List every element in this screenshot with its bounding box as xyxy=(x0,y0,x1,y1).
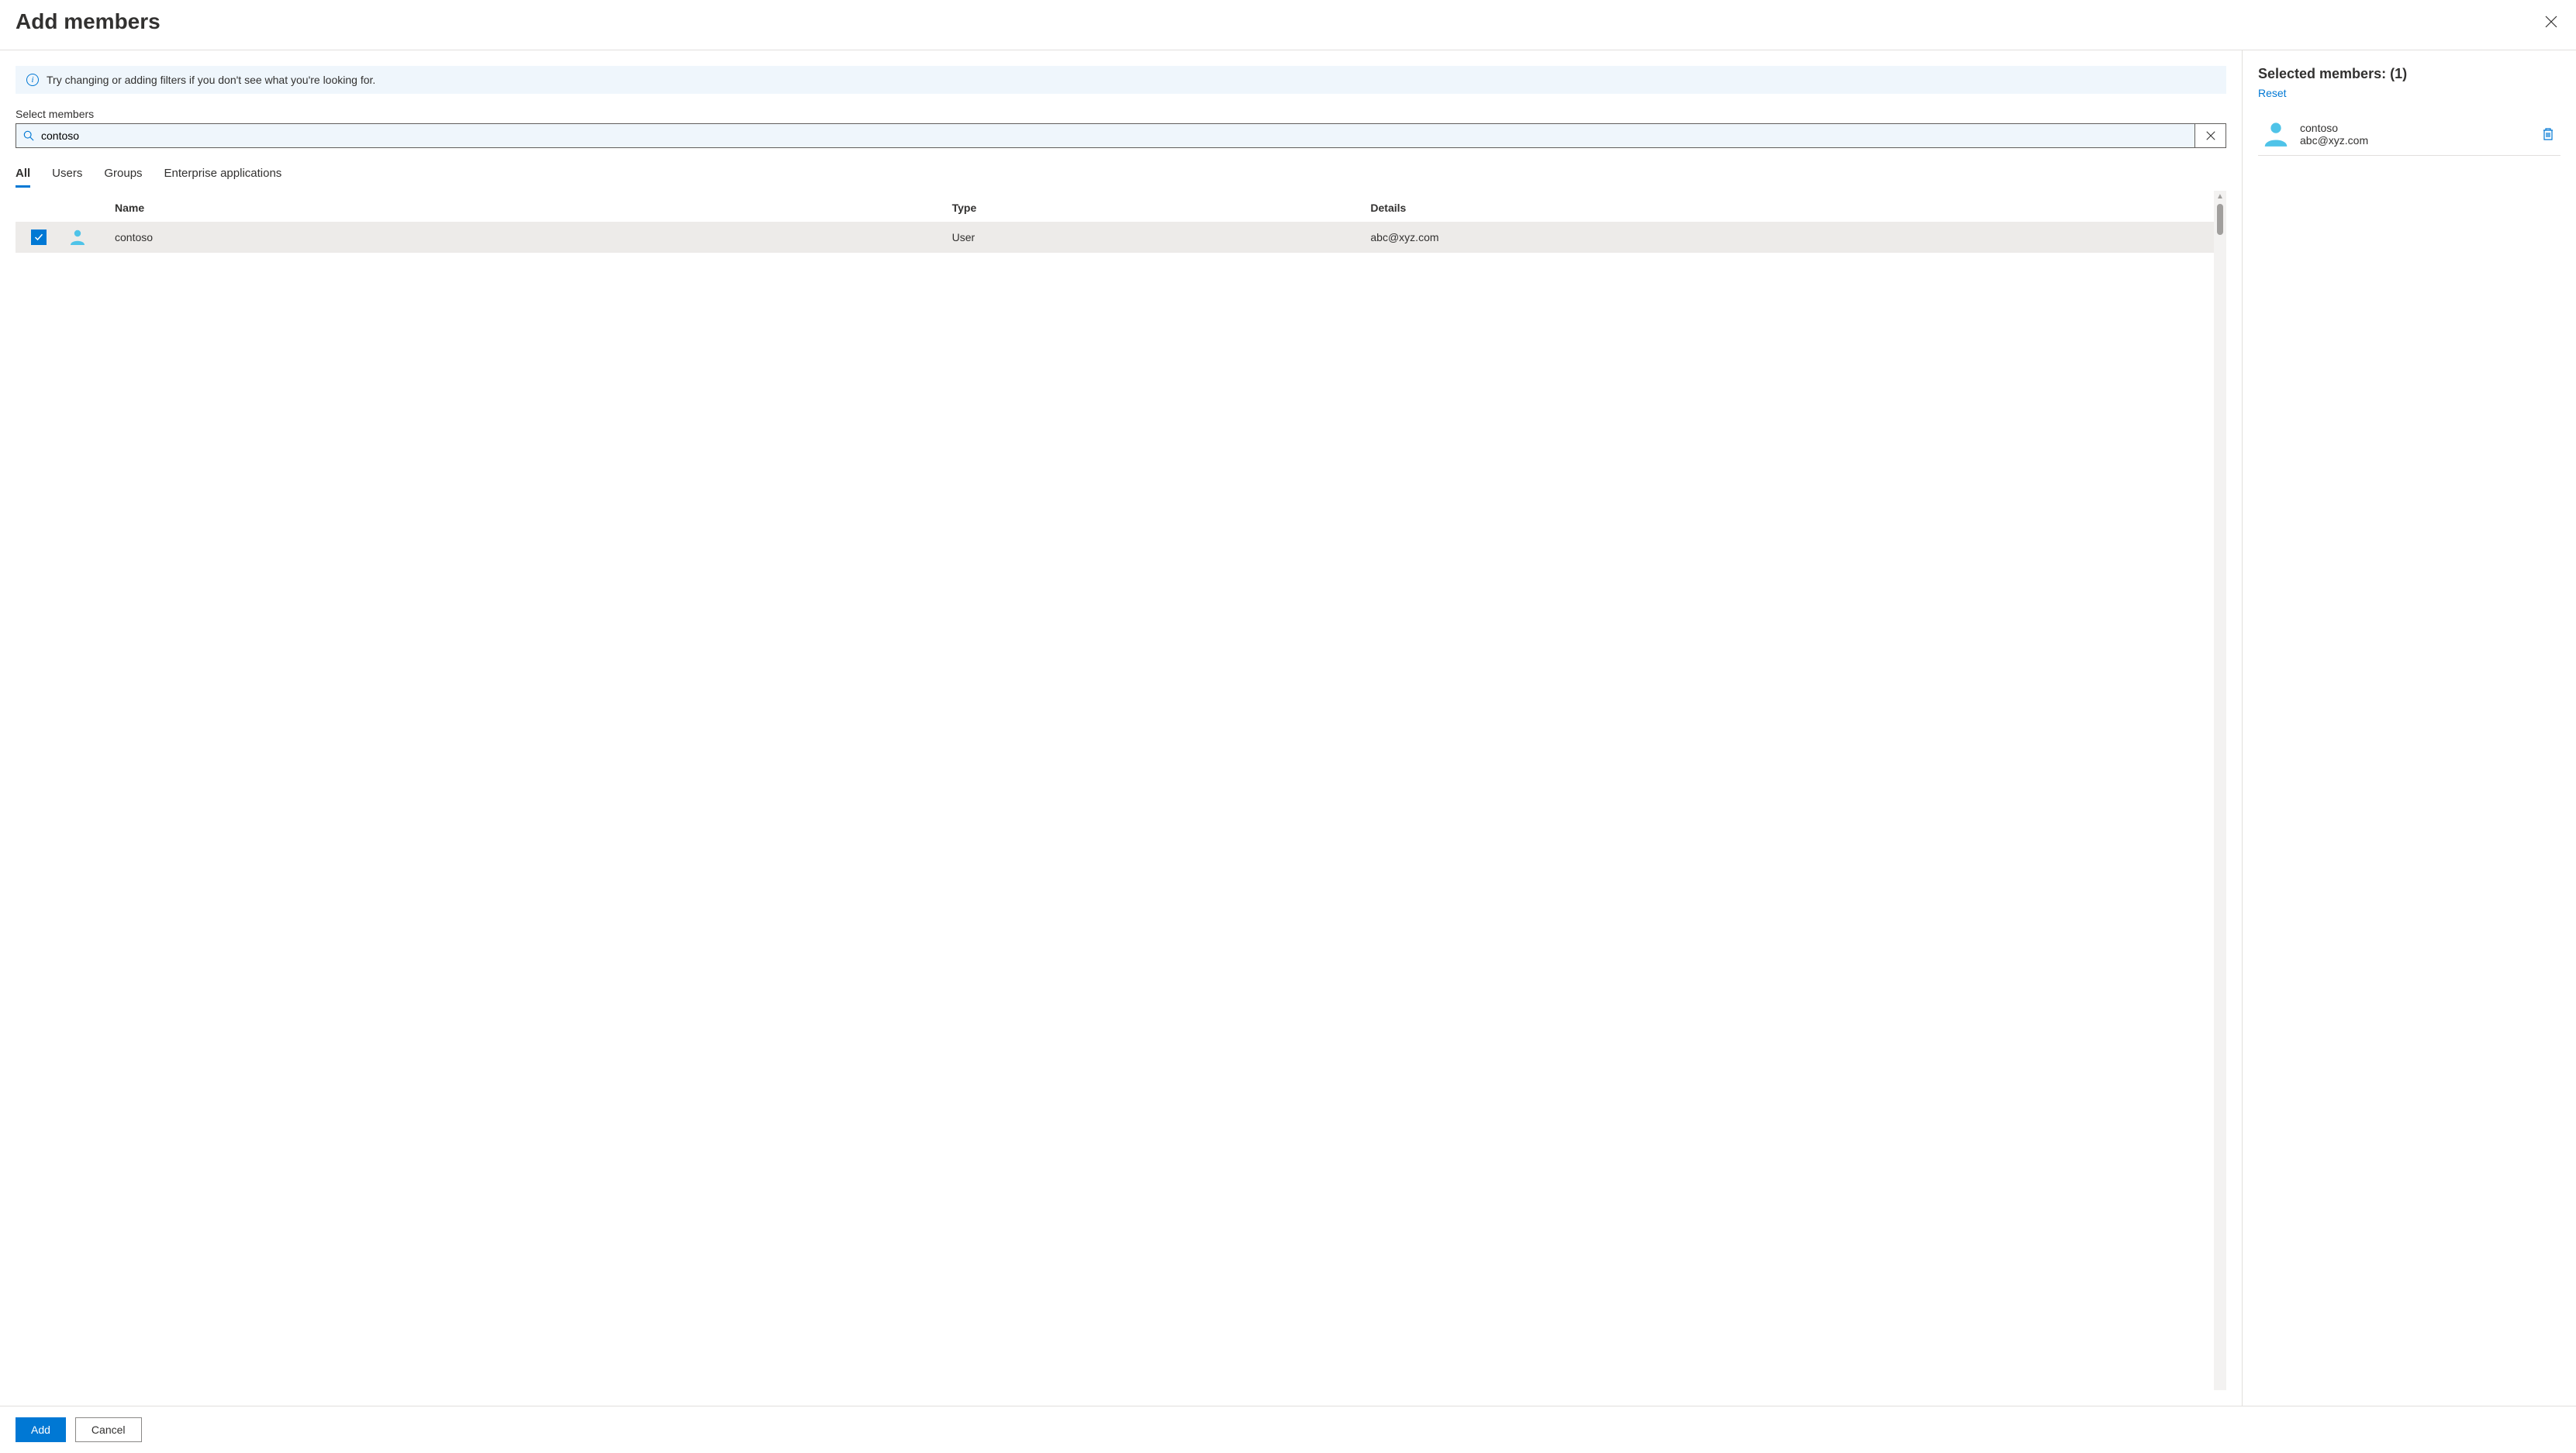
search-input[interactable] xyxy=(41,126,2194,145)
panel-title: Add members xyxy=(16,9,161,34)
panel-footer: Add Cancel xyxy=(0,1406,2576,1453)
results-list: Name Type Details contoso xyxy=(16,191,2214,1390)
result-row[interactable]: contoso User abc@xyz.com xyxy=(16,222,2214,253)
close-button[interactable] xyxy=(2542,12,2560,31)
row-details: abc@xyz.com xyxy=(1370,231,2208,243)
cancel-button[interactable]: Cancel xyxy=(75,1417,142,1442)
tab-groups[interactable]: Groups xyxy=(104,162,142,186)
remove-selected-button[interactable] xyxy=(2539,124,2557,144)
check-icon xyxy=(34,233,43,242)
right-pane: Selected members: (1) Reset contoso abc@… xyxy=(2243,50,2576,1406)
selected-item-details: abc@xyz.com xyxy=(2300,134,2539,147)
scroll-thumb[interactable] xyxy=(2217,204,2223,235)
search-icon xyxy=(16,130,41,141)
panel-header: Add members xyxy=(0,0,2576,50)
clear-search-button[interactable] xyxy=(2194,124,2226,147)
tab-all[interactable]: All xyxy=(16,162,30,186)
row-name: contoso xyxy=(115,231,952,243)
search-label: Select members xyxy=(16,108,2226,120)
reset-link[interactable]: Reset xyxy=(2258,87,2560,99)
row-checkbox[interactable] xyxy=(31,230,47,245)
results-area: Name Type Details contoso xyxy=(16,191,2226,1390)
scrollbar[interactable]: ▲ xyxy=(2214,191,2226,1390)
info-icon: i xyxy=(26,74,39,86)
selected-members-title: Selected members: (1) xyxy=(2258,66,2560,82)
info-banner: i Try changing or adding filters if you … xyxy=(16,66,2226,94)
left-pane: i Try changing or adding filters if you … xyxy=(0,50,2243,1406)
selected-item-name: contoso xyxy=(2300,122,2539,134)
scroll-up-arrow[interactable]: ▲ xyxy=(2216,191,2224,202)
user-icon xyxy=(2261,119,2291,149)
row-type: User xyxy=(952,231,1371,243)
col-details-header: Details xyxy=(1370,202,2208,214)
col-type-header: Type xyxy=(952,202,1371,214)
selected-count: (1) xyxy=(2390,66,2407,81)
clear-icon xyxy=(2206,131,2215,140)
add-button[interactable]: Add xyxy=(16,1417,66,1442)
user-icon xyxy=(68,228,87,247)
trash-icon xyxy=(2542,127,2554,141)
add-members-panel: Add members i Try changing or adding fil… xyxy=(0,0,2576,1453)
panel-body: i Try changing or adding filters if you … xyxy=(0,50,2576,1406)
tab-enterprise-applications[interactable]: Enterprise applications xyxy=(164,162,282,186)
search-box xyxy=(16,123,2226,148)
info-text: Try changing or adding filters if you do… xyxy=(47,74,375,86)
selected-item: contoso abc@xyz.com xyxy=(2258,113,2560,156)
tab-users[interactable]: Users xyxy=(52,162,82,186)
col-name-header: Name xyxy=(115,202,952,214)
table-header: Name Type Details xyxy=(16,191,2214,222)
tabs: All Users Groups Enterprise applications xyxy=(16,162,2226,186)
close-icon xyxy=(2545,16,2557,28)
